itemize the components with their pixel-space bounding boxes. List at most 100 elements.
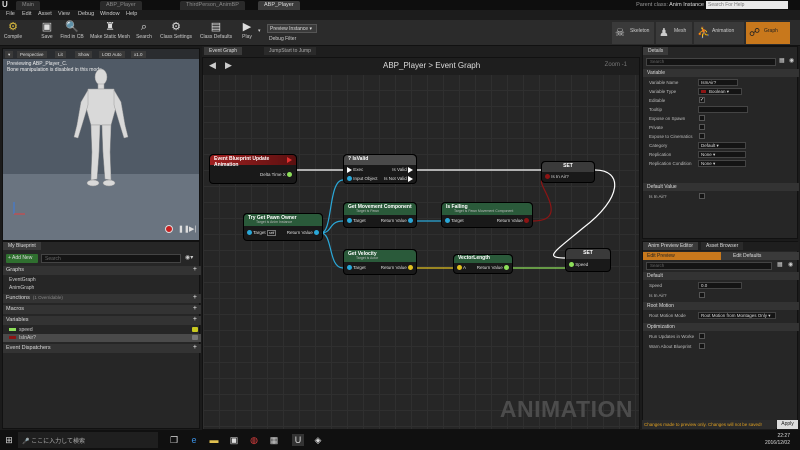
variable-visibility-eye-icon[interactable] — [192, 335, 198, 340]
step-forward-icon[interactable]: ▶| — [189, 225, 196, 233]
preview-instance-dropdown[interactable]: Preview Instance ▾ — [267, 24, 317, 33]
mode-graph-button[interactable]: ☍ Graph — [746, 22, 790, 44]
pawn-return-pin[interactable]: Return Value — [287, 230, 319, 236]
delta-time-pin[interactable]: Delta Time X — [260, 172, 292, 178]
doc-tab-abp-player-active[interactable]: ABP_Player — [258, 1, 300, 10]
variables-section-header[interactable]: Variables + — [3, 316, 201, 325]
mode-mesh-button[interactable]: ♟ Mesh — [656, 22, 692, 44]
graphs-section-header[interactable]: Graphs + — [3, 266, 201, 275]
menu-asset[interactable]: Asset — [38, 11, 52, 17]
private-checkbox[interactable] — [699, 124, 705, 130]
viewport-show-button[interactable]: Show — [75, 51, 93, 58]
speed-input[interactable]: 0.0 — [698, 282, 742, 289]
chrome-icon[interactable]: ◍ — [248, 434, 260, 446]
view-options-eye-icon[interactable]: ◉▾ — [185, 254, 193, 261]
viewport-perspective-button[interactable]: Perspective — [17, 51, 47, 58]
event-dispatchers-section-header[interactable]: Event Dispatchers + — [3, 344, 201, 353]
veclen-return-pin[interactable]: Return Value — [477, 265, 509, 271]
editable-checkbox[interactable]: ✓ — [699, 97, 705, 103]
functions-section-header[interactable]: Functions (1 Overridable) + — [3, 294, 201, 303]
compile-button[interactable]: ⚙ Compile — [2, 21, 24, 45]
play-button[interactable]: ▶ Play — [238, 21, 256, 45]
node-is-falling[interactable]: Is Falling Target is Pawn Movement Compon… — [441, 202, 533, 228]
make-static-mesh-button[interactable]: ♜ Make Static Mesh — [88, 21, 132, 45]
menu-window[interactable]: Window — [100, 11, 120, 17]
menu-debug[interactable]: Debug — [78, 11, 94, 17]
find-in-cb-button[interactable]: 🔍 Find in CB — [58, 21, 86, 45]
node-get-movement-component[interactable]: Get Movement Component Target is Pawn Tar… — [343, 202, 417, 228]
add-variable-plus-icon[interactable]: + — [193, 316, 197, 323]
record-button[interactable] — [165, 225, 173, 233]
tab-asset-browser[interactable]: Asset Browser — [701, 242, 744, 250]
class-defaults-button[interactable]: ▤ Class Defaults — [198, 21, 234, 45]
isvalid-valid-pin[interactable]: Is Valid — [392, 167, 413, 173]
movecomp-return-pin[interactable]: Return Value — [381, 218, 413, 224]
graph-item-eventgraph[interactable]: EventGraph — [3, 276, 201, 284]
replication-dropdown[interactable]: None ▾ — [698, 151, 746, 158]
node-get-velocity[interactable]: Get Velocity Target is Actor Target Retur… — [343, 249, 417, 275]
apply-button[interactable]: Apply — [777, 420, 798, 429]
velocity-target-pin[interactable]: Target — [347, 265, 366, 271]
node-vector-length[interactable]: VectorLength A Return Value — [453, 254, 513, 274]
doc-tab-main[interactable]: Main — [16, 1, 40, 10]
mode-skeleton-button[interactable]: ☠ Skeleton — [612, 22, 654, 44]
edit-defaults-button[interactable]: Edit Defaults — [721, 252, 799, 260]
isvalid-input-pin[interactable]: Input Object — [347, 176, 378, 182]
node-event-update-animation[interactable]: Event Blueprint Update Animation Delta T… — [209, 154, 297, 184]
set-speed-pin[interactable]: Speed — [569, 262, 588, 268]
menu-view[interactable]: View — [58, 11, 70, 17]
viewport-speed-button[interactable]: x1.0 — [131, 51, 146, 58]
preview-viewport[interactable]: ▾ Perspective Lit Show LOD Auto x1.0 Pre… — [2, 48, 200, 241]
mode-animation-button[interactable]: ⛹ Animation — [694, 22, 744, 44]
set-isinair-pin[interactable]: Is In Air? — [545, 174, 569, 180]
isvalid-notvalid-pin[interactable]: Is Not Valid — [384, 176, 413, 182]
variable-type-dropdown[interactable]: Boolean ▾ — [698, 88, 742, 95]
velocity-return-pin[interactable]: Return Value — [381, 265, 413, 271]
tab-event-graph[interactable]: Event Graph — [204, 47, 243, 55]
help-search-input[interactable]: Search For Help — [706, 1, 788, 9]
property-matrix-icon[interactable]: ▦ — [777, 261, 783, 268]
node-set-speed[interactable]: SET Speed — [565, 248, 611, 272]
expose-on-spawn-checkbox[interactable] — [699, 115, 705, 121]
macros-section-header[interactable]: Macros + — [3, 305, 201, 314]
play-options-chevron-icon[interactable]: ▾ — [258, 28, 261, 34]
variable-name-input[interactable]: IsInAir? — [698, 79, 738, 86]
add-function-plus-icon[interactable]: + — [193, 294, 197, 301]
details-eye-icon[interactable]: ◉ — [789, 57, 794, 64]
veclen-a-pin[interactable]: A — [457, 265, 466, 271]
windows-start-icon[interactable]: ⊞ — [3, 434, 15, 446]
default-value-section-header[interactable]: Default Value — [643, 183, 799, 191]
menu-edit[interactable]: Edit — [22, 11, 31, 17]
details-tab[interactable]: Details — [643, 47, 669, 55]
pause-icon[interactable]: ❚❚ — [178, 225, 190, 233]
menu-file[interactable]: File — [6, 11, 15, 17]
add-new-button[interactable]: + Add New — [6, 254, 38, 263]
event-graph-canvas[interactable]: ◀ ▶ ABP_Player > Event Graph Zoom -1 Eve… — [202, 57, 640, 430]
optimization-section-header[interactable]: Optimization — [643, 323, 799, 331]
app-icon[interactable]: ▦ — [268, 434, 280, 446]
falling-return-pin[interactable]: Return Value — [497, 218, 529, 224]
variable-item-isinair[interactable]: IsInAir? — [3, 334, 201, 342]
isinair-preview-checkbox[interactable] — [699, 292, 705, 298]
variable-section-header[interactable]: Variable — [643, 69, 799, 77]
taskbar-clock[interactable]: 22:27 2016/12/02 — [765, 433, 790, 447]
category-dropdown[interactable]: Default ▾ — [698, 142, 746, 149]
taskbar-search-input[interactable]: 🎤 ここに入力して検索 — [18, 432, 158, 448]
store-icon[interactable]: ▣ — [228, 434, 240, 446]
movecomp-target-pin[interactable]: Target — [347, 218, 366, 224]
falling-target-pin[interactable]: Target — [445, 218, 464, 224]
task-view-icon[interactable]: ❐ — [168, 434, 180, 446]
my-blueprint-tab[interactable]: My Blueprint — [3, 242, 41, 250]
variable-item-speed[interactable]: speed — [3, 326, 201, 334]
run-updates-checkbox[interactable] — [699, 333, 705, 339]
replication-condition-dropdown[interactable]: None ▾ — [698, 160, 746, 167]
save-button[interactable]: ▣ Save — [38, 21, 56, 45]
menu-help[interactable]: Help — [126, 11, 137, 17]
expose-cinematics-checkbox[interactable] — [699, 133, 705, 139]
property-matrix-icon[interactable]: ▦ — [779, 57, 785, 64]
my-blueprint-search-input[interactable]: Search — [41, 254, 181, 263]
tab-anim-preview-editor[interactable]: Anim Preview Editor — [643, 242, 699, 250]
search-button[interactable]: ⌕ Search — [134, 21, 154, 45]
root-motion-section-header[interactable]: Root Motion — [643, 302, 799, 310]
anim-preview-search-input[interactable]: Search — [646, 262, 772, 270]
